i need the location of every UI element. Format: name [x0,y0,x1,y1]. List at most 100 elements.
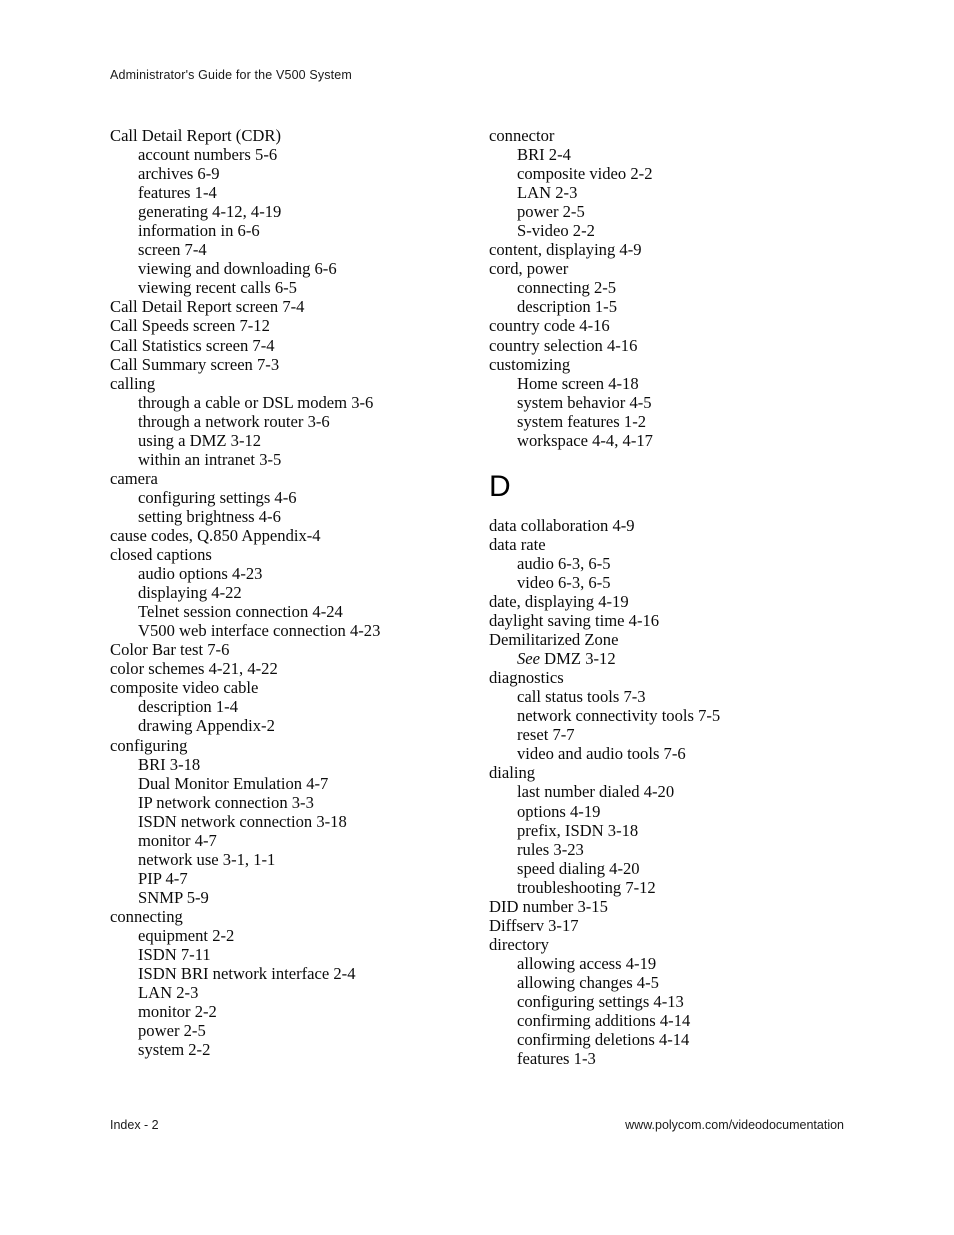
index-entry-sub: power 2-5 [138,1021,206,1041]
index-entry-sub: workspace 4-4, 4-17 [517,430,653,450]
index-entry-sub: LAN 2-3 [138,983,199,1003]
index-entry-sub: SNMP 5-9 [138,887,209,907]
index-entry-sub: power 2-5 [517,202,585,222]
index-entry-sub: prefix, ISDN 3-18 [517,820,639,840]
index-entry-sub: configuring settings 4-6 [138,487,297,507]
footer-page-label: Index - 2 [110,1118,159,1132]
footer-url[interactable]: www.polycom.com/videodocumentation [625,1118,844,1132]
index-entry-sub: configuring settings 4-13 [517,991,684,1011]
index-entry-sub: Home screen 4-18 [517,373,639,393]
index-column-left: Call Detail Report (CDR) account numbers … [110,126,490,1059]
index-entry-sub: description 1-5 [517,297,618,317]
index-entry-sub: options 4-19 [517,801,601,821]
index-entry-main: cause codes, Q.850 Appendix-4 [110,525,321,545]
index-entry-main: Call Speeds screen 7-12 [110,316,270,336]
index-column-right: connector BRI 2-4 composite video 2-2 LAN 2… [489,126,869,1068]
index-entry-sub: allowing access 4-19 [517,953,657,973]
index-entry-sub: account numbers 5-6 [138,145,278,165]
index-entry-main: Call Detail Report (CDR) [110,126,281,145]
index-entry-main: daylight saving time 4-16 [489,611,660,631]
index-entry-list-left: Call Detail Report (CDR) account numbers … [110,126,490,1059]
index-entry-sub: viewing and downloading 6-6 [138,259,337,279]
index-entry-sub: troubleshooting 7-12 [517,877,656,897]
index-entry-sub: ISDN BRI network interface 2-4 [138,964,356,984]
index-entry-main: data collaboration 4-9 [489,515,635,535]
index-entry-main: connector [489,126,555,145]
index-entry-sub: using a DMZ 3-12 [138,430,262,450]
index-entry-main: Color Bar test 7-6 [110,640,230,660]
index-entry-sub: information in 6-6 [138,221,260,241]
index-entry-sub: IP network connection 3-3 [138,792,314,812]
index-entry-sub: See DMZ 3-12 [489,649,869,668]
index-entry-main: country selection 4-16 [489,335,638,355]
index-entry-sub: S-video 2-2 [517,221,595,241]
index-entry-main: color schemes 4-21, 4-22 [110,659,278,679]
index-entry-sub: system behavior 4-5 [517,392,652,412]
index-entry-main: configuring [110,735,188,755]
index-entry-main: Diffserv 3-17 [489,915,579,935]
index-entry-main: camera [110,468,158,488]
index-entry-sub: video 6-3, 6-5 [517,572,611,592]
index-entry-main: directory [489,934,549,954]
see-cross-reference: See [517,649,541,669]
index-entry-main: Demilitarized Zone [489,630,619,650]
index-entry-sub: equipment 2-2 [138,925,235,945]
index-entry-sub: audio 6-3, 6-5 [517,553,611,573]
index-entry-sub: through a cable or DSL modem 3-6 [138,392,374,412]
index-entry-sub: Telnet session connection 4-24 [138,602,343,622]
index-entry-sub: displaying 4-22 [138,583,242,603]
index-entry-sub: video and audio tools 7-6 [517,744,686,764]
index-entry-main: closed captions [110,545,212,565]
index-entry-list-right-bottom: data collaboration 4-9 data rate audio 6-3… [489,516,869,1068]
index-entry-sub: last number dialed 4-20 [517,782,675,802]
index-entry-main: Call Detail Report screen 7-4 [110,297,305,317]
index-entry-main: diagnostics [489,668,564,688]
index-entry-main: customizing [489,354,571,374]
index-entry-sub: viewing recent calls 6-5 [138,278,297,298]
index-entry-sub: ISDN network connection 3-18 [138,811,347,831]
index-entry-sub: call status tools 7-3 [517,687,646,707]
index-entry-main: Call Summary screen 7-3 [110,354,280,374]
letter-section-heading-d: D [489,469,512,503]
index-entry-sub: speed dialing 4-20 [517,858,640,878]
index-entry-sub: description 1-4 [138,697,239,717]
index-entry-sub: rules 3-23 [517,839,584,859]
index-entry-sub: Dual Monitor Emulation 4-7 [138,773,329,793]
index-entry-main: country code 4-16 [489,316,610,336]
running-header-title: Administrator's Guide for the V500 Syste… [110,68,352,82]
index-entry-sub: ISDN 7-11 [138,945,211,965]
index-entry-sub: V500 web interface connection 4-23 [138,621,381,641]
index-entry-sub: network connectivity tools 7-5 [517,706,721,726]
index-entry-sub: system 2-2 [138,1040,211,1060]
index-entry-sub: network use 3-1, 1-1 [138,849,276,869]
index-entry-sub: generating 4-12, 4-19 [138,202,282,222]
index-entry-sub: BRI 3-18 [138,754,201,774]
index-entry-sub: within an intranet 3-5 [138,449,282,469]
index-entry-main: calling [110,373,156,393]
index-entry-main: Call Statistics screen 7-4 [110,335,275,355]
index-entry-sub: confirming deletions 4-14 [517,1030,690,1050]
index-entry-sub: features 1-3 [517,1049,596,1069]
index-entry-sub: confirming additions 4-14 [517,1011,691,1031]
index-entry-sub: BRI 2-4 [517,145,571,165]
index-entry-sub: drawing Appendix-2 [138,716,275,736]
index-entry-main: content, displaying 4-9 [489,240,642,260]
index-entry-sub: monitor 4-7 [138,830,217,850]
index-entry-main: date, displaying 4-19 [489,591,629,611]
index-page: Administrator's Guide for the V500 Syste… [0,0,954,1235]
index-entry-sub: setting brightness 4-6 [138,506,281,526]
index-entry-sub: connecting 2-5 [517,278,617,298]
index-entry-list-right-top: connector BRI 2-4 composite video 2-2 LAN 2… [489,126,869,450]
index-entry-sub: archives 6-9 [138,164,220,184]
index-entry-sub: allowing changes 4-5 [517,972,659,992]
index-entry-sub: screen 7-4 [138,240,207,260]
index-entry-sub: reset 7-7 [517,725,575,745]
index-entry-main: cord, power [489,259,569,279]
index-entry-sub: features 1-4 [138,183,217,203]
index-entry-sub: through a network router 3-6 [138,411,330,431]
index-entry-main: data rate [489,534,546,554]
index-entry-sub: PIP 4-7 [138,868,188,888]
index-entry-main: dialing [489,763,536,783]
index-entry-main: DID number 3-15 [489,896,608,916]
index-entry-main: connecting [110,906,183,926]
